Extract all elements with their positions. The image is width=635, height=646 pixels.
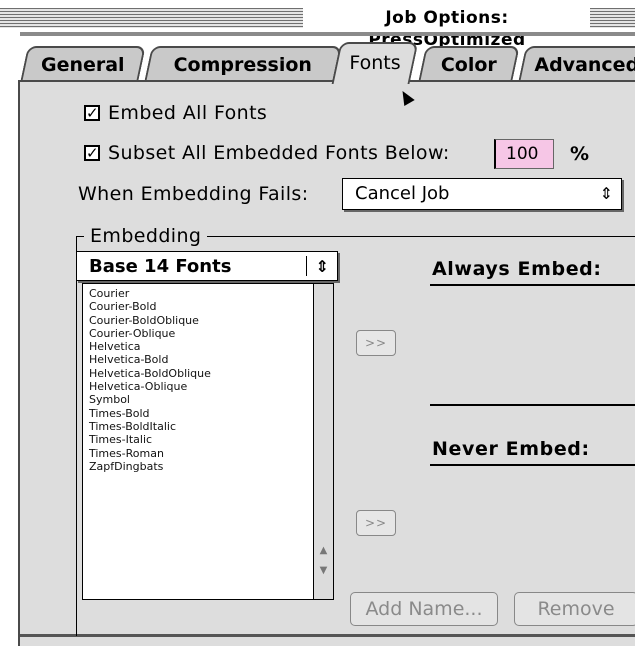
tab-advanced[interactable]: Advanced: [518, 46, 635, 82]
always-embed-list-bottom: [430, 404, 635, 406]
font-list-item[interactable]: Helvetica-Oblique: [89, 380, 333, 393]
font-list-item[interactable]: Symbol: [89, 393, 333, 406]
scroll-up-icon[interactable]: ▲: [314, 542, 333, 560]
scroll-down-icon[interactable]: ▼: [314, 562, 333, 580]
embedding-fails-label: When Embedding Fails:: [78, 183, 309, 205]
embedding-fails-popup[interactable]: Cancel Job ⇕: [342, 178, 622, 210]
font-list-item[interactable]: Times-Italic: [89, 433, 333, 446]
title-bar[interactable]: Job Options: PressOptimized: [0, 0, 635, 50]
font-list-item[interactable]: Courier-BoldOblique: [89, 314, 333, 327]
tab-compression-label: Compression: [173, 54, 312, 76]
tab-fonts-label: Fonts: [349, 52, 401, 74]
remove-button[interactable]: Remove: [514, 592, 635, 626]
tab-general-label: General: [40, 54, 125, 76]
never-embed-list-top: [430, 464, 635, 466]
updown-arrows-icon: ⇕: [315, 257, 329, 276]
subset-percent-field[interactable]: 100: [494, 139, 554, 169]
font-list-item[interactable]: Courier: [89, 287, 333, 300]
title-bar-stripes-right: [590, 8, 635, 28]
font-list-scrollbar[interactable]: ▲ ▼: [313, 283, 334, 600]
embedding-group-title: Embedding: [84, 225, 208, 247]
font-list-item[interactable]: Courier-Bold: [89, 300, 333, 313]
add-never-embed-button[interactable]: >>: [356, 510, 396, 536]
subset-all-label: Subset All Embedded Fonts Below:: [108, 142, 450, 164]
tab-fonts[interactable]: Fonts: [331, 42, 419, 84]
font-list-item[interactable]: Helvetica: [89, 340, 333, 353]
tab-general[interactable]: General: [20, 46, 146, 82]
always-embed-heading: Always Embed:: [432, 258, 602, 280]
font-source-value: Base 14 Fonts: [89, 256, 232, 277]
embed-all-checkbox[interactable]: ✓: [84, 105, 100, 121]
updown-arrows-icon: ⇕: [599, 184, 613, 203]
tab-advanced-label: Advanced: [534, 54, 635, 76]
font-list-item[interactable]: Courier-Oblique: [89, 327, 333, 340]
tab-color[interactable]: Color: [418, 46, 520, 82]
always-embed-list-top: [430, 284, 635, 286]
add-name-button[interactable]: Add Name...: [350, 592, 498, 626]
font-list-item[interactable]: ZapfDingbats: [89, 460, 333, 473]
font-source-popup[interactable]: Base 14 Fonts ⇕: [76, 251, 338, 281]
font-list-item[interactable]: Helvetica-BoldOblique: [89, 367, 333, 380]
tab-color-label: Color: [440, 54, 497, 76]
subset-percent-unit: %: [570, 143, 590, 165]
tab-compression[interactable]: Compression: [144, 46, 342, 82]
font-list-item[interactable]: Helvetica-Bold: [89, 353, 333, 366]
font-list-items: Courier Courier-Bold Courier-BoldOblique Co…: [83, 284, 333, 473]
add-always-embed-button[interactable]: >>: [356, 330, 396, 356]
embedding-fails-value: Cancel Job: [355, 183, 450, 204]
font-list[interactable]: Courier Courier-Bold Courier-BoldOblique Co…: [82, 283, 334, 600]
font-list-item[interactable]: Times-BoldItalic: [89, 420, 333, 433]
title-bar-shadow: [20, 32, 635, 36]
font-list-item[interactable]: Times-Bold: [89, 407, 333, 420]
embed-all-label: Embed All Fonts: [108, 102, 268, 124]
subset-all-checkbox[interactable]: ✓: [84, 145, 100, 161]
popup-separator: [306, 256, 307, 276]
font-list-item[interactable]: Times-Roman: [89, 447, 333, 460]
never-embed-heading: Never Embed:: [432, 438, 590, 460]
window-title: Job Options: PressOptimized: [306, 7, 588, 50]
title-bar-stripes-left: [0, 8, 303, 28]
